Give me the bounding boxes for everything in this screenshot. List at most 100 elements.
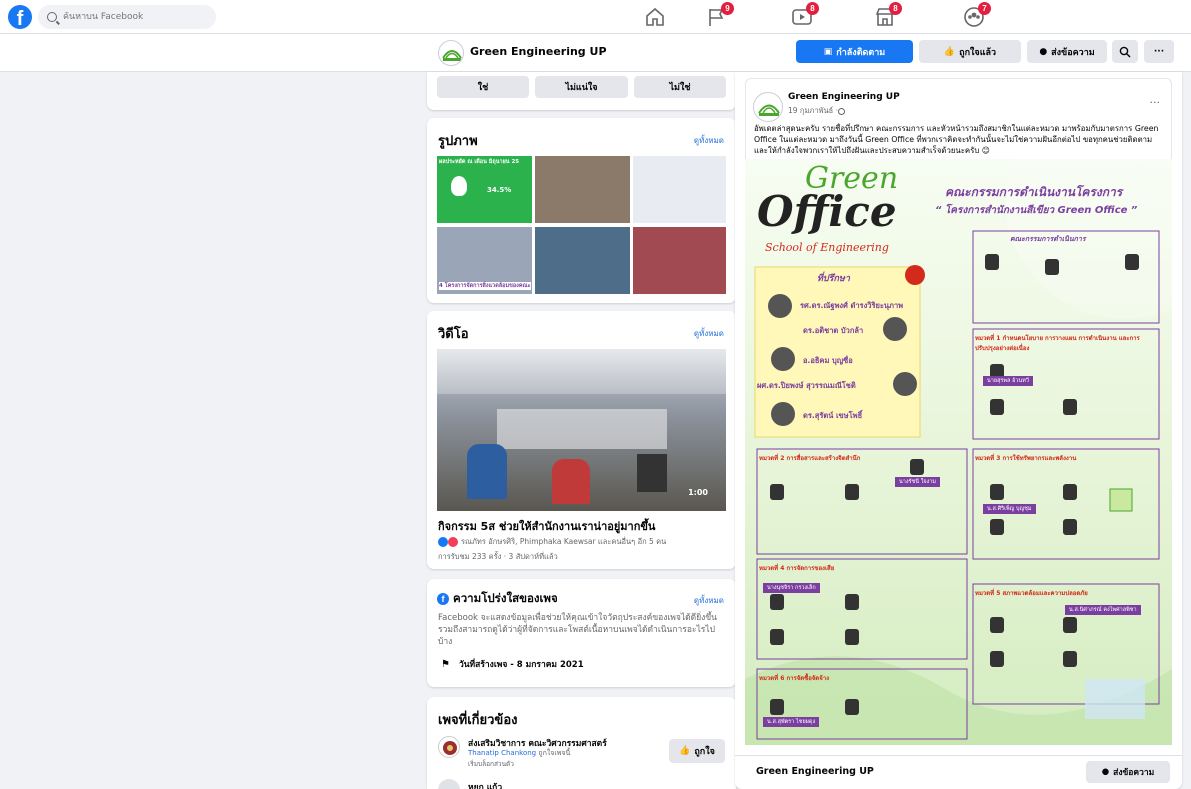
messenger-icon: ● (1039, 46, 1048, 57)
notification-badge: 7 (978, 2, 991, 15)
photo-thumbnail[interactable]: 4 โครงการจัดการสิ่งแวดล้อมของคณะ (437, 227, 532, 294)
facebook-logo-icon[interactable]: f (8, 5, 32, 29)
like-reaction-icon (438, 537, 448, 547)
photo-stat: 34.5% (487, 186, 512, 194)
vote-yes-button[interactable]: ใช่ (437, 76, 529, 98)
poster-section-leader: นางนุชจิรา กรวงเล็ก (763, 583, 820, 593)
photo-thumbnail[interactable] (633, 156, 726, 223)
related-page-like-button[interactable]: 👍 ถูกใจ (669, 739, 725, 763)
globe-icon (837, 107, 845, 115)
thumbs-up-icon: 👍 (679, 746, 691, 756)
poster-section-leader: น.ส.นิศาภรณ์ คงไพศาลพิชา (1065, 605, 1141, 615)
photos-title: รูปภาพ (438, 134, 478, 149)
poster-section-title: หมวดที่ 4 การจัดการของเสีย (759, 565, 835, 572)
transparency-title: ความโปร่งใสของเพจ (453, 591, 558, 605)
marketplace-icon[interactable]: 8 (873, 2, 902, 29)
search-icon (47, 12, 57, 22)
poster-section-title: หมวดที่ 2 การสื่อสารและสร้างจิตสำนึก (759, 455, 861, 462)
love-reaction-icon (448, 537, 458, 547)
top-navigation-bar: f 9 8 8 7 (0, 0, 1191, 34)
related-page-sub: เริ่มบล็อกส่วนตัว (468, 760, 514, 768)
watch-icon[interactable]: 8 (790, 2, 819, 29)
post-footer-page-name[interactable]: Green Engineering UP (756, 766, 874, 777)
page-header-bar: Green Engineering UP ▣ กำลังติดตาม 👍 ถูกใจ… (0, 34, 1191, 72)
poster-section-title: หมวดที่ 6 การจัดซื้อจัดจ้าง (759, 675, 830, 682)
transparency-see-all-link[interactable]: ดูทั้งหมด (694, 594, 724, 607)
search-input[interactable] (63, 12, 213, 22)
liked-button[interactable]: 👍 ถูกใจแล้ว (919, 40, 1021, 63)
related-page-avatar[interactable] (438, 736, 460, 758)
photo-thumbnail[interactable] (633, 227, 726, 294)
notification-badge: 8 (806, 2, 819, 15)
video-title[interactable]: กิจกรรม 5ส ช่วยให้สำนักงานเราน่าอยู่มากข… (438, 517, 655, 535)
poster-section-leader: น.ส.ศิริเพ็ญ บุญชุม (983, 504, 1036, 514)
poster-advisor: ดร.อติชาต บัวกล้า (803, 326, 864, 335)
poster-advisor: ผศ.ดร.ปิยพงษ์ สุวรรณมณีโชติ (757, 381, 856, 390)
related-page-name[interactable]: หยก แก้ว (468, 780, 502, 789)
more-options-button[interactable]: ··· (1144, 40, 1174, 63)
groups-icon[interactable]: 7 (962, 2, 991, 29)
post-image-poster[interactable]: Green Office School of Engineering คณะกร… (745, 159, 1172, 745)
page-avatar[interactable] (438, 40, 464, 66)
videos-see-all-link[interactable]: ดูทั้งหมด (694, 327, 724, 340)
post-date[interactable]: 19 กุมภาพันธ์ · (788, 105, 838, 117)
search-box[interactable] (38, 5, 216, 29)
flag-icon[interactable]: 9 (705, 2, 734, 29)
send-message-button[interactable]: ● ส่งข้อความ (1027, 40, 1107, 63)
poster-section-title: หมวดที่ 3 การใช้ทรัพยากรและพลังงาน (975, 455, 1077, 462)
related-page-avatar[interactable] (438, 779, 460, 789)
search-icon (1119, 46, 1131, 57)
poster-advisor: ดร.สุรัตน์ เขษโพธิ์ (803, 411, 863, 420)
vote-card: ใช่ ไม่แน่ใจ ไม่ใช่ (427, 72, 736, 110)
flag-icon: ⚑ (441, 658, 450, 670)
video-duration: 1:00 (688, 488, 708, 497)
home-icon[interactable] (643, 5, 667, 29)
photo-thumbnail[interactable]: ผลประหยัด ณ เดือน มิถุนายน 25 34.5% (437, 156, 532, 223)
page-name[interactable]: Green Engineering UP (470, 45, 607, 58)
poster-section-title: หมวดที่ 1 กำหนดนโยบาย การวางแผน การดำเนิ… (975, 335, 1140, 352)
following-icon: ▣ (823, 46, 833, 57)
poster-advisors-title: ที่ปรึกษา (817, 274, 850, 284)
notification-badge: 9 (721, 2, 734, 15)
photo-thumbnail[interactable] (535, 227, 630, 294)
post-author-name[interactable]: Green Engineering UP (788, 92, 900, 102)
transparency-description: Facebook จะแสดงข้อมูลเพื่อช่วยให้คุณเข้า… (438, 613, 717, 647)
related-page-liker-suffix: ถูกใจเพจนี้ (538, 749, 571, 757)
poster-heading: คณะกรรมการดำเนินงานโครงการ (945, 185, 1123, 199)
video-thumbnail[interactable]: 1:00 (437, 349, 726, 511)
post-more-options[interactable]: ··· (1150, 96, 1161, 109)
page-transparency-card: f ความโปร่งใสของเพจ ดูทั้งหมด Facebook จ… (427, 579, 736, 687)
following-button[interactable]: ▣ กำลังติดตาม (796, 40, 913, 63)
lightbulb-icon (451, 176, 467, 196)
related-pages-card: เพจที่เกี่ยวข้อง ส่งเสริมวิชาการ คณะวิศว… (427, 697, 736, 789)
page-created-date: วันที่สร้างเพจ - 8 มกราคม 2021 (458, 660, 584, 670)
poster-section-leader: น.ส.สุพัตรา ไชยผดุง (763, 717, 820, 727)
videos-card: วิดีโอ ดูทั้งหมด 1:00 กิจกรรม 5ส ช่วยให้… (427, 311, 736, 569)
poster-logo-office: Office (757, 187, 897, 236)
search-page-button[interactable] (1112, 40, 1138, 63)
thumbs-up-icon: 👍 (943, 46, 956, 57)
facebook-logo-icon: f (437, 593, 449, 605)
post-text: อัพเดตล่าสุดนะครับ รายชื่อที่ปรึกษา คณะก… (754, 124, 1159, 155)
poster-committee-title: คณะกรรมการดำเนินการ (1010, 235, 1086, 243)
photo-caption: ผลประหยัด ณ เดือน มิถุนายน 25 (439, 159, 520, 165)
poster-section-leader: นายสุรพล อ้วนทวี (983, 376, 1033, 386)
post-card: Green Engineering UP 19 กุมภาพันธ์ · ···… (735, 72, 1182, 789)
photos-card: รูปภาพ ดูทั้งหมด ผลประหยัด ณ เดือน มิถุน… (427, 118, 736, 303)
poster-section-leader: นางรัชนี ใจงาม (895, 477, 941, 487)
photos-see-all-link[interactable]: ดูทั้งหมด (694, 134, 724, 147)
poster-school: School of Engineering (765, 241, 889, 254)
post-footer-message-button[interactable]: ● ส่งข้อความ (1086, 761, 1170, 783)
poster-advisor: อ.อธิคม บุญซื่อ (803, 356, 853, 365)
messenger-icon: ● (1101, 767, 1110, 777)
related-page-liker[interactable]: Thanatip Chankong (468, 749, 536, 757)
notification-badge: 8 (889, 2, 902, 15)
related-pages-title: เพจที่เกี่ยวข้อง (438, 713, 518, 728)
video-reactors[interactable]: รณภัทร อักษรศิริ, Phimphaka Kaewsar และค… (461, 536, 666, 548)
photo-thumbnail[interactable] (535, 156, 630, 223)
video-meta: การรับชม 233 ครั้ง · 3 สัปดาห์ที่แล้ว (438, 552, 558, 561)
videos-title: วิดีโอ (438, 327, 469, 342)
post-author-avatar[interactable] (753, 92, 783, 122)
vote-unsure-button[interactable]: ไม่แน่ใจ (535, 76, 628, 98)
vote-no-button[interactable]: ไม่ใช่ (634, 76, 726, 98)
